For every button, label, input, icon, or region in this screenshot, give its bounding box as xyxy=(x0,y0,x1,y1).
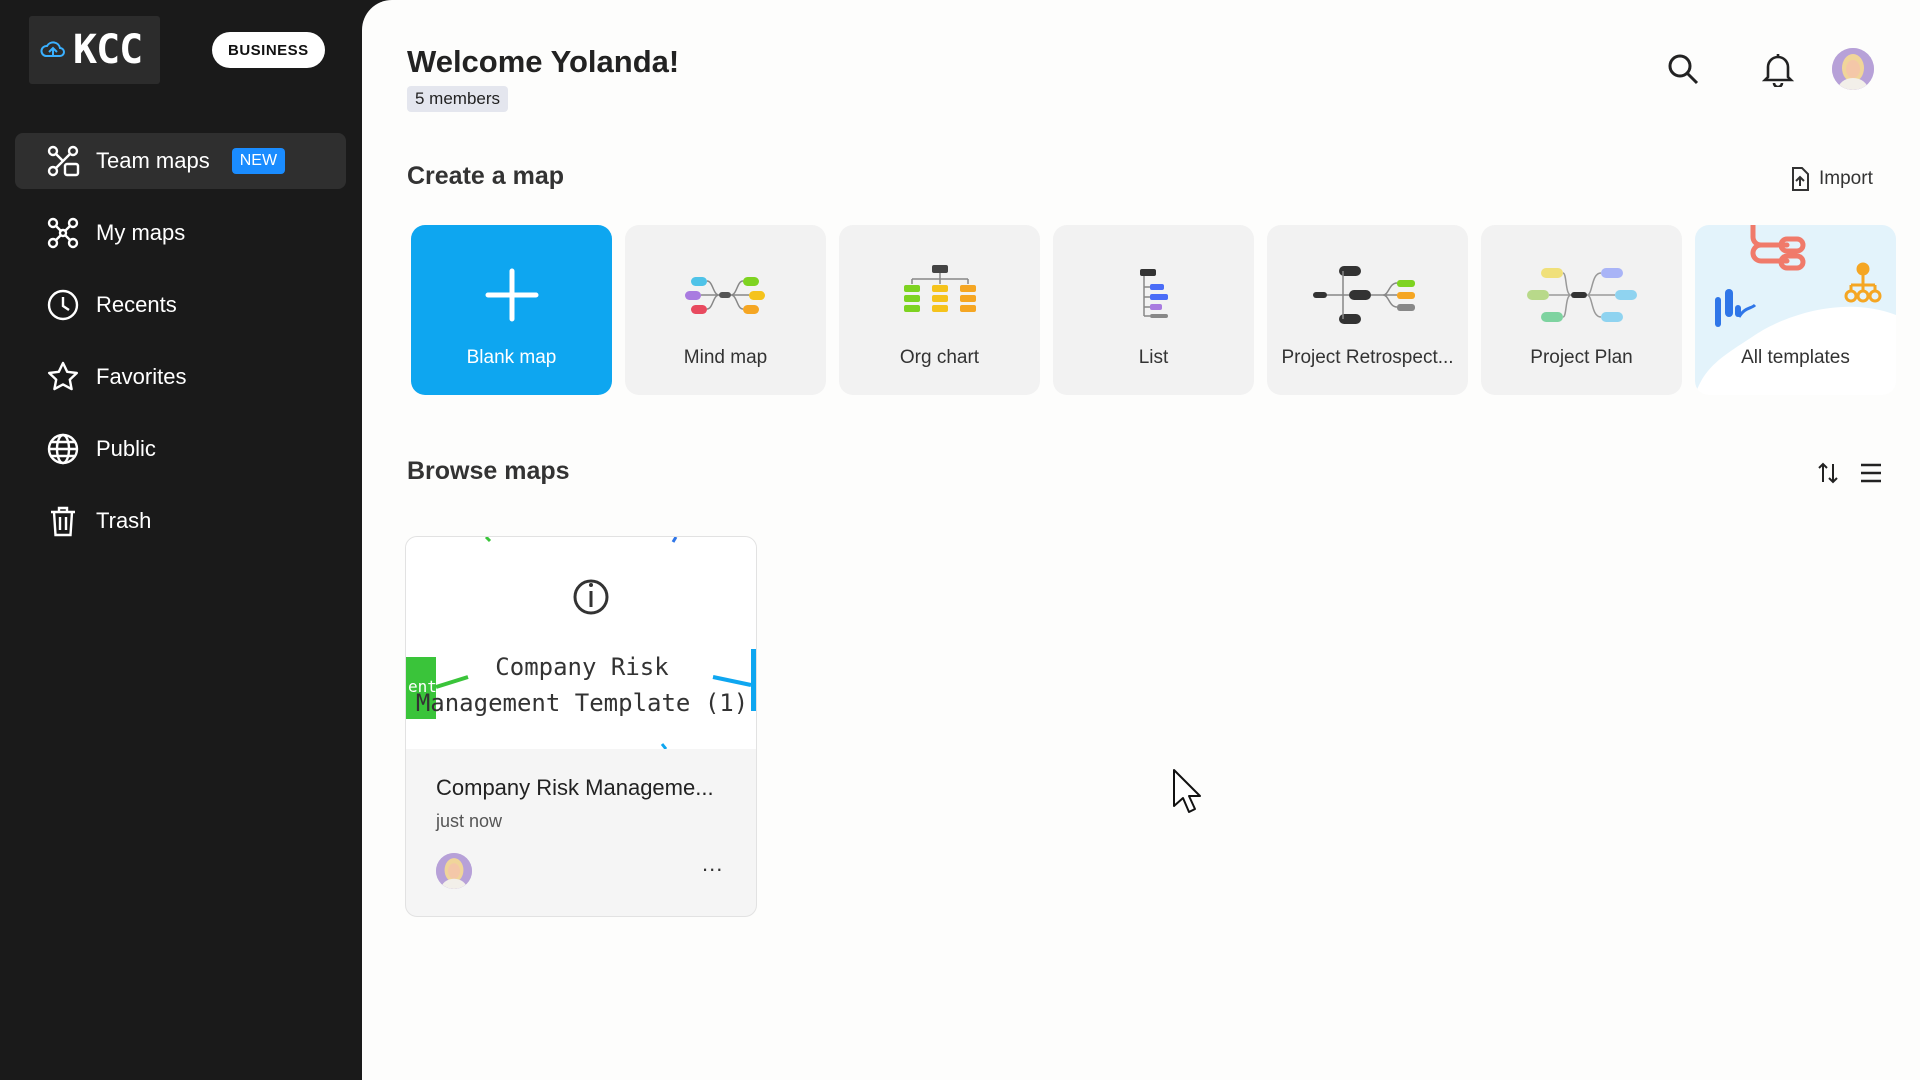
template-org-chart[interactable]: Org chart xyxy=(839,225,1040,395)
create-map-title: Create a map xyxy=(407,162,565,190)
import-button[interactable]: Import xyxy=(1789,166,1873,192)
template-mind-map[interactable]: Mind map xyxy=(625,225,826,395)
sidebar-item-trash[interactable]: Trash xyxy=(15,493,346,549)
logo-text: KCC xyxy=(73,27,143,73)
plan-badge: BUSINESS xyxy=(212,32,325,68)
globe-icon xyxy=(45,431,81,467)
map-card[interactable]: Company Risk Management Template (1) ent… xyxy=(405,536,757,917)
owner-avatar xyxy=(436,853,472,889)
sidebar-item-public[interactable]: Public xyxy=(15,421,346,477)
main-panel: Welcome Yolanda! 5 members Create a map … xyxy=(362,0,1920,1080)
template-all-templates[interactable]: All templates xyxy=(1695,225,1896,395)
cloud-logo-icon xyxy=(40,41,65,57)
clock-icon xyxy=(45,287,81,323)
browse-maps-title: Browse maps xyxy=(407,457,570,485)
search-icon[interactable] xyxy=(1663,49,1703,89)
list-icon xyxy=(1053,255,1254,335)
members-badge[interactable]: 5 members xyxy=(407,86,509,112)
sidebar-item-my-maps[interactable]: My maps xyxy=(15,205,346,261)
template-list[interactable]: List xyxy=(1053,225,1254,395)
sidebar-nav: Team maps NEW My maps Recents Favorites … xyxy=(15,133,346,565)
sidebar: KCC BUSINESS Team maps NEW My maps Recen… xyxy=(0,0,362,1080)
map-card-title: Company Risk Manageme... xyxy=(436,775,714,800)
import-label: Import xyxy=(1819,168,1873,189)
preview-title-line1: Company Risk xyxy=(495,653,669,681)
template-project-retrospective[interactable]: Project Retrospect... xyxy=(1267,225,1468,395)
template-label: Project Plan xyxy=(1530,347,1633,368)
import-icon xyxy=(1792,167,1809,191)
bell-icon[interactable] xyxy=(1758,49,1798,89)
map-preview: Company Risk Management Template (1) ent xyxy=(406,537,756,749)
sidebar-item-label: Public xyxy=(96,436,156,461)
brand-logo[interactable]: KCC xyxy=(29,16,160,84)
org-chart-icon xyxy=(839,255,1040,335)
user-avatar[interactable] xyxy=(1832,48,1874,90)
sidebar-item-label: Recents xyxy=(96,292,177,317)
page-title: Welcome Yolanda! xyxy=(407,44,680,79)
sidebar-item-team-maps[interactable]: Team maps NEW xyxy=(15,133,346,189)
sidebar-item-favorites[interactable]: Favorites xyxy=(15,349,346,405)
templates-collage-icon xyxy=(1695,225,1896,395)
sidebar-item-label: My maps xyxy=(96,220,186,245)
sidebar-item-label: Trash xyxy=(96,508,152,533)
template-label: Blank map xyxy=(466,347,557,368)
more-options-icon[interactable]: ... xyxy=(702,851,723,877)
new-badge: NEW xyxy=(231,148,286,174)
template-blank-map[interactable]: Blank map xyxy=(411,225,612,395)
plus-icon xyxy=(411,255,612,335)
preview-title-line2: Management Template (1) xyxy=(415,689,749,717)
template-project-plan[interactable]: Project Plan xyxy=(1481,225,1682,395)
template-label: All templates xyxy=(1741,347,1850,368)
template-label: Org chart xyxy=(899,347,980,368)
sidebar-item-label: Favorites xyxy=(96,364,187,389)
template-label: Mind map xyxy=(683,347,768,368)
project-plan-icon xyxy=(1481,255,1682,335)
list-view-icon[interactable] xyxy=(1851,453,1891,493)
retrospective-icon xyxy=(1267,255,1468,335)
template-label: List xyxy=(1138,347,1169,368)
mind-map-icon xyxy=(625,255,826,335)
trash-icon xyxy=(45,503,81,539)
mouse-cursor-icon xyxy=(1173,769,1201,813)
sidebar-item-label: Team maps xyxy=(96,148,210,173)
team-maps-icon xyxy=(45,143,81,179)
star-icon xyxy=(45,359,81,395)
my-maps-icon xyxy=(45,215,81,251)
map-card-time: just now xyxy=(436,811,503,831)
template-label: Project Retrospect... xyxy=(1281,347,1454,368)
sort-icon[interactable] xyxy=(1808,453,1848,493)
sidebar-item-recents[interactable]: Recents xyxy=(15,277,346,333)
preview-side-label: ent xyxy=(408,677,437,696)
